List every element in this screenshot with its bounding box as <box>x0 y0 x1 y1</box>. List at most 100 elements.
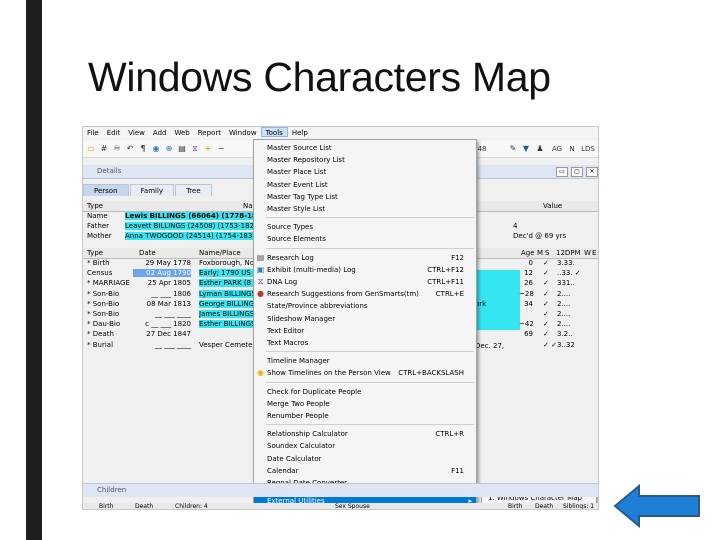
menu-item-date-calculator[interactable]: Date Calculator <box>254 453 476 465</box>
menu-item-timeline-manager[interactable]: Timeline Manager <box>254 355 476 367</box>
menu-item-research-suggestions-from-gensmarts-tm[interactable]: ● Research Suggestions from GenSmarts(tm)… <box>254 288 476 300</box>
undo-icon[interactable]: ↶ <box>125 144 135 154</box>
minus-icon[interactable]: − <box>216 144 226 154</box>
event-date: 25 Apr 1805 <box>147 279 191 288</box>
toolbar-n[interactable]: N <box>567 144 577 154</box>
col-w: W <box>584 249 591 257</box>
event-sources: ✓ <box>543 279 549 288</box>
menu-item-relationship-calculator[interactable]: Relationship Calculator CTRL+R <box>254 428 476 440</box>
index-icon[interactable]: ¶ <box>138 144 148 154</box>
binoculars-icon[interactable]: ♾ <box>112 144 122 154</box>
minimize-button[interactable]: ▭ <box>556 167 568 177</box>
open-folder-icon[interactable]: ▭ <box>86 144 96 154</box>
menu-web[interactable]: Web <box>170 127 193 139</box>
row-value: Anna TWOGOOD (24514) (1754-183 <box>125 232 253 240</box>
menu-item-shortcut: CTRL+E <box>435 290 464 299</box>
event-12dpm: 2.... <box>557 289 571 298</box>
tab-family[interactable]: Family <box>129 184 175 196</box>
gensmarts-icon: ● <box>257 289 264 299</box>
menu-item-label: Relationship Calculator <box>267 430 348 439</box>
toolbar-lds[interactable]: LDS <box>581 144 595 154</box>
col-place: Name/Place <box>199 249 241 257</box>
event-place: Foxborough, No <box>199 259 253 267</box>
menu-item-dna-log[interactable]: ⧖ DNA Log CTRL+F11 <box>254 276 476 288</box>
event-place: George BILLING <box>199 299 253 308</box>
event-type: * Burial <box>87 340 114 349</box>
event-place: Lyman BILLINGS <box>199 289 253 298</box>
menu-item-calendar[interactable]: Calendar F11 <box>254 465 476 477</box>
menu-item-label: Master Event List <box>267 180 328 189</box>
menu-item-shortcut: F12 <box>451 253 464 262</box>
report-icon[interactable]: ▤ <box>177 144 187 154</box>
menu-item-research-log[interactable]: ▤ Research Log F12 <box>254 252 476 264</box>
menu-item-text-editor[interactable]: Text Editor <box>254 325 476 337</box>
zoom-combo[interactable]: 48 <box>475 144 489 154</box>
menu-item-master-style-list[interactable]: Master Style List <box>254 203 476 215</box>
tag-icon[interactable]: ▼ <box>521 144 531 154</box>
menu-item-text-macros[interactable]: Text Macros <box>254 337 476 349</box>
event-date: __ ___ 1806 <box>151 289 191 298</box>
col-name: Na <box>243 202 253 210</box>
menu-tools[interactable]: Tools <box>260 127 288 137</box>
tab-person[interactable]: Person <box>83 184 129 196</box>
menu-item-label: Slideshow Manager <box>267 314 336 323</box>
app-screenshot: File Edit View Add Web Report Window Too… <box>82 126 599 510</box>
menu-item-check-for-duplicate-people[interactable]: Check for Duplicate People <box>254 386 476 398</box>
back-arrow-icon[interactable] <box>613 484 703 528</box>
menu-help[interactable]: Help <box>288 127 312 139</box>
menu-item-label: DNA Log <box>267 278 298 286</box>
col-m: M <box>537 249 544 257</box>
edit-pen-icon[interactable]: ✎ <box>508 144 518 154</box>
menu-item-master-tag-type-list[interactable]: Master Tag Type List <box>254 191 476 203</box>
menu-add[interactable]: Add <box>149 127 171 139</box>
event-place: James BILLINGS <box>199 310 253 318</box>
toolbar-ag[interactable]: AG <box>551 144 563 154</box>
menu-window[interactable]: Window <box>225 127 261 139</box>
event-place: Early; 1790 US F <box>199 269 253 278</box>
event-age: 26 <box>524 279 533 288</box>
menu-item-merge-two-people[interactable]: Merge Two People <box>254 398 476 410</box>
menu-item-label: Timeline Manager <box>267 357 330 366</box>
menu-item-label: Master Tag Type List <box>267 192 338 201</box>
menu-report[interactable]: Report <box>194 127 225 139</box>
menu-separator <box>266 217 474 219</box>
menu-item-show-timelines-on-the-person-view[interactable]: ◉ Show Timelines on the Person View CTRL+B… <box>254 367 476 379</box>
event-age: ~28 <box>519 289 534 298</box>
menu-item-soundex-calculator[interactable]: Soundex Calculator <box>254 440 476 452</box>
maximize-button[interactable]: ▢ <box>571 167 583 177</box>
deceased-age: Dec'd @ 69 yrs <box>513 232 567 240</box>
add-icon[interactable]: + <box>203 144 213 154</box>
menu-view[interactable]: View <box>124 127 149 139</box>
menu-item-label: Renumber People <box>267 412 329 420</box>
menu-item-renumber-people[interactable]: Renumber People <box>254 410 476 422</box>
event-sources: ✓ <box>543 320 549 329</box>
event-date: 27 Dec 1847 <box>146 330 191 339</box>
close-button[interactable]: ✕ <box>586 167 598 177</box>
event-sources: ✓ <box>543 310 549 318</box>
family-icon[interactable]: ♟ <box>535 144 545 154</box>
event-sources: ✓ <box>543 289 549 298</box>
web-icon[interactable]: ⊕ <box>164 144 174 154</box>
menu-item-label: Date Calculator <box>267 454 322 463</box>
menu-item-exhibit-multi-media-log[interactable]: ▣ Exhibit (multi-media) Log CTRL+F12 <box>254 264 476 276</box>
menu-item-source-elements[interactable]: Source Elements <box>254 233 476 245</box>
menu-item-master-event-list[interactable]: Master Event List <box>254 179 476 191</box>
menu-item-master-repository-list[interactable]: Master Repository List <box>254 154 476 166</box>
dna-icon[interactable]: ⧖ <box>190 144 200 154</box>
hash-icon[interactable]: # <box>99 144 109 154</box>
event-sources: ✓ ✓ <box>543 340 557 349</box>
event-date: c __ ___ 1820 <box>145 320 191 329</box>
menu-item-state-province-abbreviations[interactable]: State/Province abbreviations <box>254 300 476 312</box>
menu-item-source-types[interactable]: Source Types <box>254 221 476 233</box>
tab-tree[interactable]: Tree <box>175 184 212 196</box>
menu-edit[interactable]: Edit <box>103 127 125 139</box>
event-place: Vesper Cemeter <box>199 340 253 349</box>
timeline-icon: ◉ <box>257 368 264 378</box>
globe-icon[interactable]: ◉ <box>151 144 161 154</box>
menu-item-slideshow-manager[interactable]: Slideshow Manager <box>254 313 476 325</box>
menu-item-master-place-list[interactable]: Master Place List <box>254 166 476 178</box>
menu-file[interactable]: File <box>83 127 103 139</box>
event-12dpm: 3.33. <box>557 259 575 267</box>
menu-item-master-source-list[interactable]: Master Source List <box>254 142 476 154</box>
col-siblings: Siblings: 1 <box>563 503 595 510</box>
